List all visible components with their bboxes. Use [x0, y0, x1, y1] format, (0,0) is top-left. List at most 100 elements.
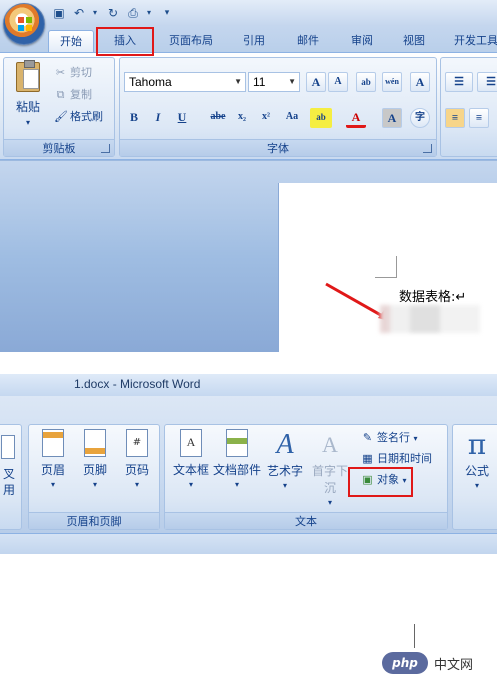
undo-icon[interactable]: ↶	[72, 6, 86, 20]
char-border-button[interactable]: A	[410, 72, 430, 92]
wordart-dropdown-icon: ▾	[282, 481, 287, 490]
scissors-icon: ✂	[55, 66, 66, 79]
symbols-group: π 公式 ▾	[452, 424, 497, 530]
print-preview-icon[interactable]: ⎙	[126, 6, 140, 20]
date-time-button[interactable]: ▦ 日期和时间	[361, 450, 432, 468]
tab-home[interactable]: 开始	[48, 30, 94, 52]
format-painter-button[interactable]: 🖌 格式刷	[54, 108, 103, 126]
office-logo-icon	[18, 17, 32, 31]
footer-dropdown-icon: ▾	[92, 480, 97, 489]
home-ribbon: 粘贴 ▾ ✂ 剪切 ⧉ 复制 🖌 格式刷 剪贴板 Tahoma ▼ 11 ▼ A…	[0, 52, 497, 160]
page-number-label: 页码	[124, 463, 149, 477]
text-cursor	[414, 624, 415, 648]
footer-button[interactable]: 页脚 ▾	[73, 429, 117, 499]
top-screenshot: ▣ ↶ ▾ ↻ ⎙ ▾ ▾ 开始 插入 页面布局 引用 邮件 审阅 视图 开发工…	[0, 0, 497, 352]
clipboard-icon	[16, 60, 40, 92]
highlight-color-button[interactable]: ab	[310, 108, 332, 128]
align-left-button[interactable]: ≡	[445, 108, 465, 128]
font-group-label: 字体	[120, 139, 436, 156]
ruler-strip	[0, 534, 497, 554]
subscript-button[interactable]: x₂	[232, 108, 252, 128]
numbering-button[interactable]: ☰	[477, 72, 497, 92]
pi-icon: π	[467, 428, 487, 461]
wordart-icon: A	[276, 429, 294, 460]
quick-parts-button[interactable]: 文档部件 ▾	[213, 429, 261, 499]
clipboard-launcher-icon[interactable]	[101, 144, 110, 153]
font-name-combo[interactable]: Tahoma ▼	[124, 72, 246, 92]
date-time-label: 日期和时间	[377, 452, 432, 465]
drop-cap-button[interactable]: A 首字下沉 ▾	[307, 429, 353, 507]
font-size-combo[interactable]: 11 ▼	[248, 72, 300, 92]
tab-view[interactable]: 视图	[392, 30, 436, 52]
strikethrough-button[interactable]: abe	[206, 108, 230, 128]
header-button[interactable]: 页眉 ▾	[31, 429, 75, 499]
cut-button[interactable]: ✂ 剪切	[54, 64, 92, 82]
print-preview-dropdown-icon[interactable]: ▾	[142, 6, 156, 20]
textbox-label: 文本框	[172, 463, 209, 477]
paste-button[interactable]: 粘贴 ▾	[10, 60, 46, 132]
window-title-bar: 1.docx - Microsoft Word	[0, 374, 497, 396]
save-icon[interactable]: ▣	[52, 6, 66, 20]
cross-reference-icon	[1, 435, 15, 459]
tab-references[interactable]: 引用	[232, 30, 276, 52]
paste-label: 粘贴	[15, 100, 40, 114]
undo-dropdown-icon[interactable]: ▾	[88, 6, 102, 20]
grow-font-button[interactable]: A	[306, 72, 326, 92]
bottom-screenshot: 1.docx - Microsoft Word 叉 用 页眉 ▾ 页脚 ▾ # …	[0, 374, 497, 695]
font-size-dropdown-icon: ▼	[288, 77, 296, 86]
wordart-label: 艺术字	[266, 464, 303, 478]
quick-parts-icon	[226, 429, 248, 457]
document-text: 数据表格:↵	[399, 290, 467, 305]
page-number-button[interactable]: # 页码 ▾	[115, 429, 159, 499]
underline-button[interactable]: U	[172, 108, 192, 128]
header-footer-group-label: 页眉和页脚	[29, 512, 159, 529]
tab-mailings[interactable]: 邮件	[286, 30, 330, 52]
wordart-button[interactable]: A 艺术字 ▾	[263, 429, 307, 499]
margin-corner-mark	[375, 256, 397, 278]
equation-button[interactable]: π 公式 ▾	[455, 429, 497, 499]
cross-reference-label-fragment-2: 用	[3, 483, 16, 497]
font-name-dropdown-icon: ▼	[234, 77, 242, 86]
watermark-text: 中文网	[434, 658, 474, 673]
quick-access-toolbar: ▣ ↶ ▾ ↻ ⎙ ▾ ▾	[0, 0, 497, 26]
clear-format-button[interactable]: ab	[356, 72, 376, 92]
cut-label: 剪切	[70, 66, 92, 79]
italic-button[interactable]: I	[148, 108, 168, 128]
tab-page-layout[interactable]: 页面布局	[160, 30, 222, 52]
phonetic-guide-button[interactable]: wén	[382, 72, 402, 92]
copy-button[interactable]: ⧉ 复制	[54, 86, 92, 104]
format-painter-label: 格式刷	[70, 110, 103, 123]
font-name-value: Tahoma	[129, 75, 172, 89]
office-button[interactable]	[3, 3, 45, 45]
bullets-button[interactable]: ☰	[445, 72, 473, 92]
paintbrush-icon: 🖌	[54, 110, 68, 123]
align-center-button[interactable]: ≡	[469, 108, 489, 128]
cross-reference-label-fragment: 叉	[3, 467, 16, 481]
footer-icon	[84, 429, 106, 457]
char-shading-button[interactable]: A	[382, 108, 402, 128]
signature-line-button[interactable]: ✎ 签名行 ▾	[361, 429, 418, 447]
bold-button[interactable]: B	[124, 108, 144, 128]
header-dropdown-icon: ▾	[50, 480, 55, 489]
shrink-font-button[interactable]: A	[328, 72, 348, 92]
textbox-button[interactable]: A 文本框 ▾	[169, 429, 213, 499]
enclose-char-button[interactable]: 字	[410, 108, 430, 128]
customize-toolbar-icon[interactable]: ▾	[160, 6, 174, 20]
redo-icon[interactable]: ↻	[106, 6, 120, 20]
page-number-icon: #	[126, 429, 148, 457]
signature-label: 签名行	[377, 431, 410, 444]
tab-developer[interactable]: 开发工具	[446, 30, 497, 52]
links-group-partial: 叉 用	[0, 424, 22, 530]
tab-review[interactable]: 审阅	[340, 30, 384, 52]
insert-ribbon: 叉 用 页眉 ▾ 页脚 ▾ # 页码 ▾ 页眉和页脚 A 文本框 ▾ 文档部件 …	[0, 396, 497, 534]
ribbon-tabs: 开始 插入 页面布局 引用 邮件 审阅 视图 开发工具	[0, 26, 497, 52]
change-case-button[interactable]: Aa	[280, 108, 304, 128]
font-color-button[interactable]: A	[346, 108, 366, 128]
font-launcher-icon[interactable]	[423, 144, 432, 153]
superscript-button[interactable]: x²	[256, 108, 276, 128]
page-number-dropdown-icon: ▾	[134, 480, 139, 489]
header-label: 页眉	[40, 463, 65, 477]
clipboard-group: 粘贴 ▾ ✂ 剪切 ⧉ 复制 🖌 格式刷 剪贴板	[3, 57, 115, 157]
window-title: 1.docx - Microsoft Word	[74, 377, 201, 391]
blurred-table-placeholder	[380, 305, 480, 333]
